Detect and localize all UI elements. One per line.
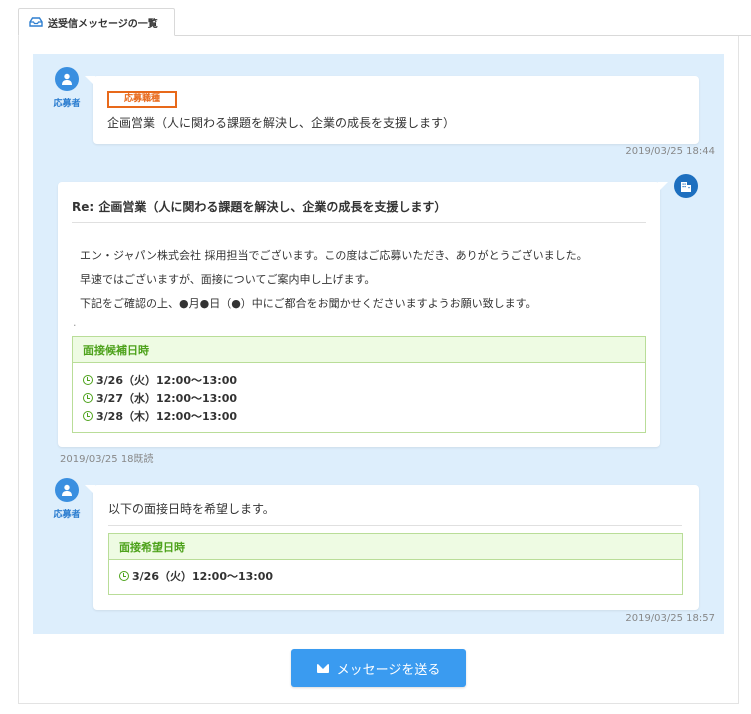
message-timestamp: 2019/03/25 18:57: [625, 613, 715, 624]
clock-icon: [83, 393, 93, 403]
slot-row: 3/26（火）12:00〜13:00: [109, 567, 682, 585]
inbox-icon: [29, 17, 43, 27]
slot-text: 3/27（水）12:00〜13:00: [96, 392, 238, 405]
user-icon: [62, 484, 72, 496]
company-avatar: [674, 174, 698, 198]
slot-text: 3/28（木）12:00〜13:00: [96, 410, 238, 423]
building-icon: [681, 182, 691, 192]
preferred-slots-box: 面接希望日時 3/26（火）12:00〜13:00: [108, 533, 683, 595]
message-text: 企画営業（人に関わる課題を解決し、企業の成長を支援します）: [107, 116, 456, 130]
text-divider: [108, 525, 682, 526]
body-line: 早速ではございますが、面接についてご案内申し上げます。: [80, 273, 376, 286]
tab-label: 送受信メッセージの一覧: [48, 18, 158, 30]
slot-text: 3/26（火）12:00〜13:00: [132, 570, 274, 583]
message-timestamp: 2019/03/25 18既読: [60, 454, 154, 465]
applicant-label: 応募者: [53, 510, 81, 520]
candidate-slots-box: 面接候補日時 3/26（火）12:00〜13:00 3/27（水）12:00〜1…: [72, 336, 646, 433]
applicant-avatar: [55, 67, 79, 91]
clock-icon: [83, 375, 93, 385]
send-message-button[interactable]: メッセージを送る: [291, 649, 466, 687]
applicant-label: 応募者: [53, 99, 81, 109]
slot-row: 3/27（水）12:00〜13:00: [73, 389, 645, 407]
message-thread: 応募者 応募職種 企画営業（人に関わる課題を解決し、企業の成長を支援します） 2…: [33, 54, 724, 634]
preferred-slots-title: 面接希望日時: [109, 534, 682, 560]
message-subject: Re: 企画営業（人に関わる課題を解決し、企業の成長を支援します）: [72, 200, 447, 214]
tab-bar: 送受信メッセージの一覧: [18, 8, 751, 36]
clock-icon: [119, 571, 129, 581]
send-button-label: メッセージを送る: [336, 662, 441, 678]
tab-message-list[interactable]: 送受信メッセージの一覧: [18, 8, 175, 36]
message-bubble: 応募職種 企画営業（人に関わる課題を解決し、企業の成長を支援します）: [85, 76, 699, 144]
clock-icon: [83, 411, 93, 421]
mail-icon: [316, 663, 329, 673]
slot-row: 3/26（火）12:00〜13:00: [73, 371, 645, 389]
body-dot: .: [73, 316, 77, 329]
body-line: 下記をご確認の上、●月●日（●）中にご都合をお聞かせくださいますようお願い致しま…: [80, 297, 537, 310]
message-bubble: 以下の面接日時を希望します。 面接希望日時 3/26（火）12:00〜13:00: [85, 485, 699, 610]
slot-text: 3/26（火）12:00〜13:00: [96, 374, 238, 387]
message-text: 以下の面接日時を希望します。: [108, 502, 275, 516]
candidate-slots-title: 面接候補日時: [73, 337, 645, 363]
subject-divider: [72, 222, 646, 223]
message-timestamp: 2019/03/25 18:44: [625, 146, 715, 157]
message-bubble: Re: 企画営業（人に関わる課題を解決し、企業の成長を支援します） エン・ジャパ…: [58, 182, 668, 447]
applicant-avatar: [55, 478, 79, 502]
slot-row: 3/28（木）12:00〜13:00: [73, 407, 645, 425]
user-icon: [62, 73, 72, 85]
message-panel: 応募者 応募職種 企画営業（人に関わる課題を解決し、企業の成長を支援します） 2…: [18, 36, 739, 704]
body-line: エン・ジャパン株式会社 採用担当でございます。この度はご応募いただき、ありがとう…: [80, 249, 588, 262]
job-type-tag: 応募職種: [107, 91, 178, 108]
